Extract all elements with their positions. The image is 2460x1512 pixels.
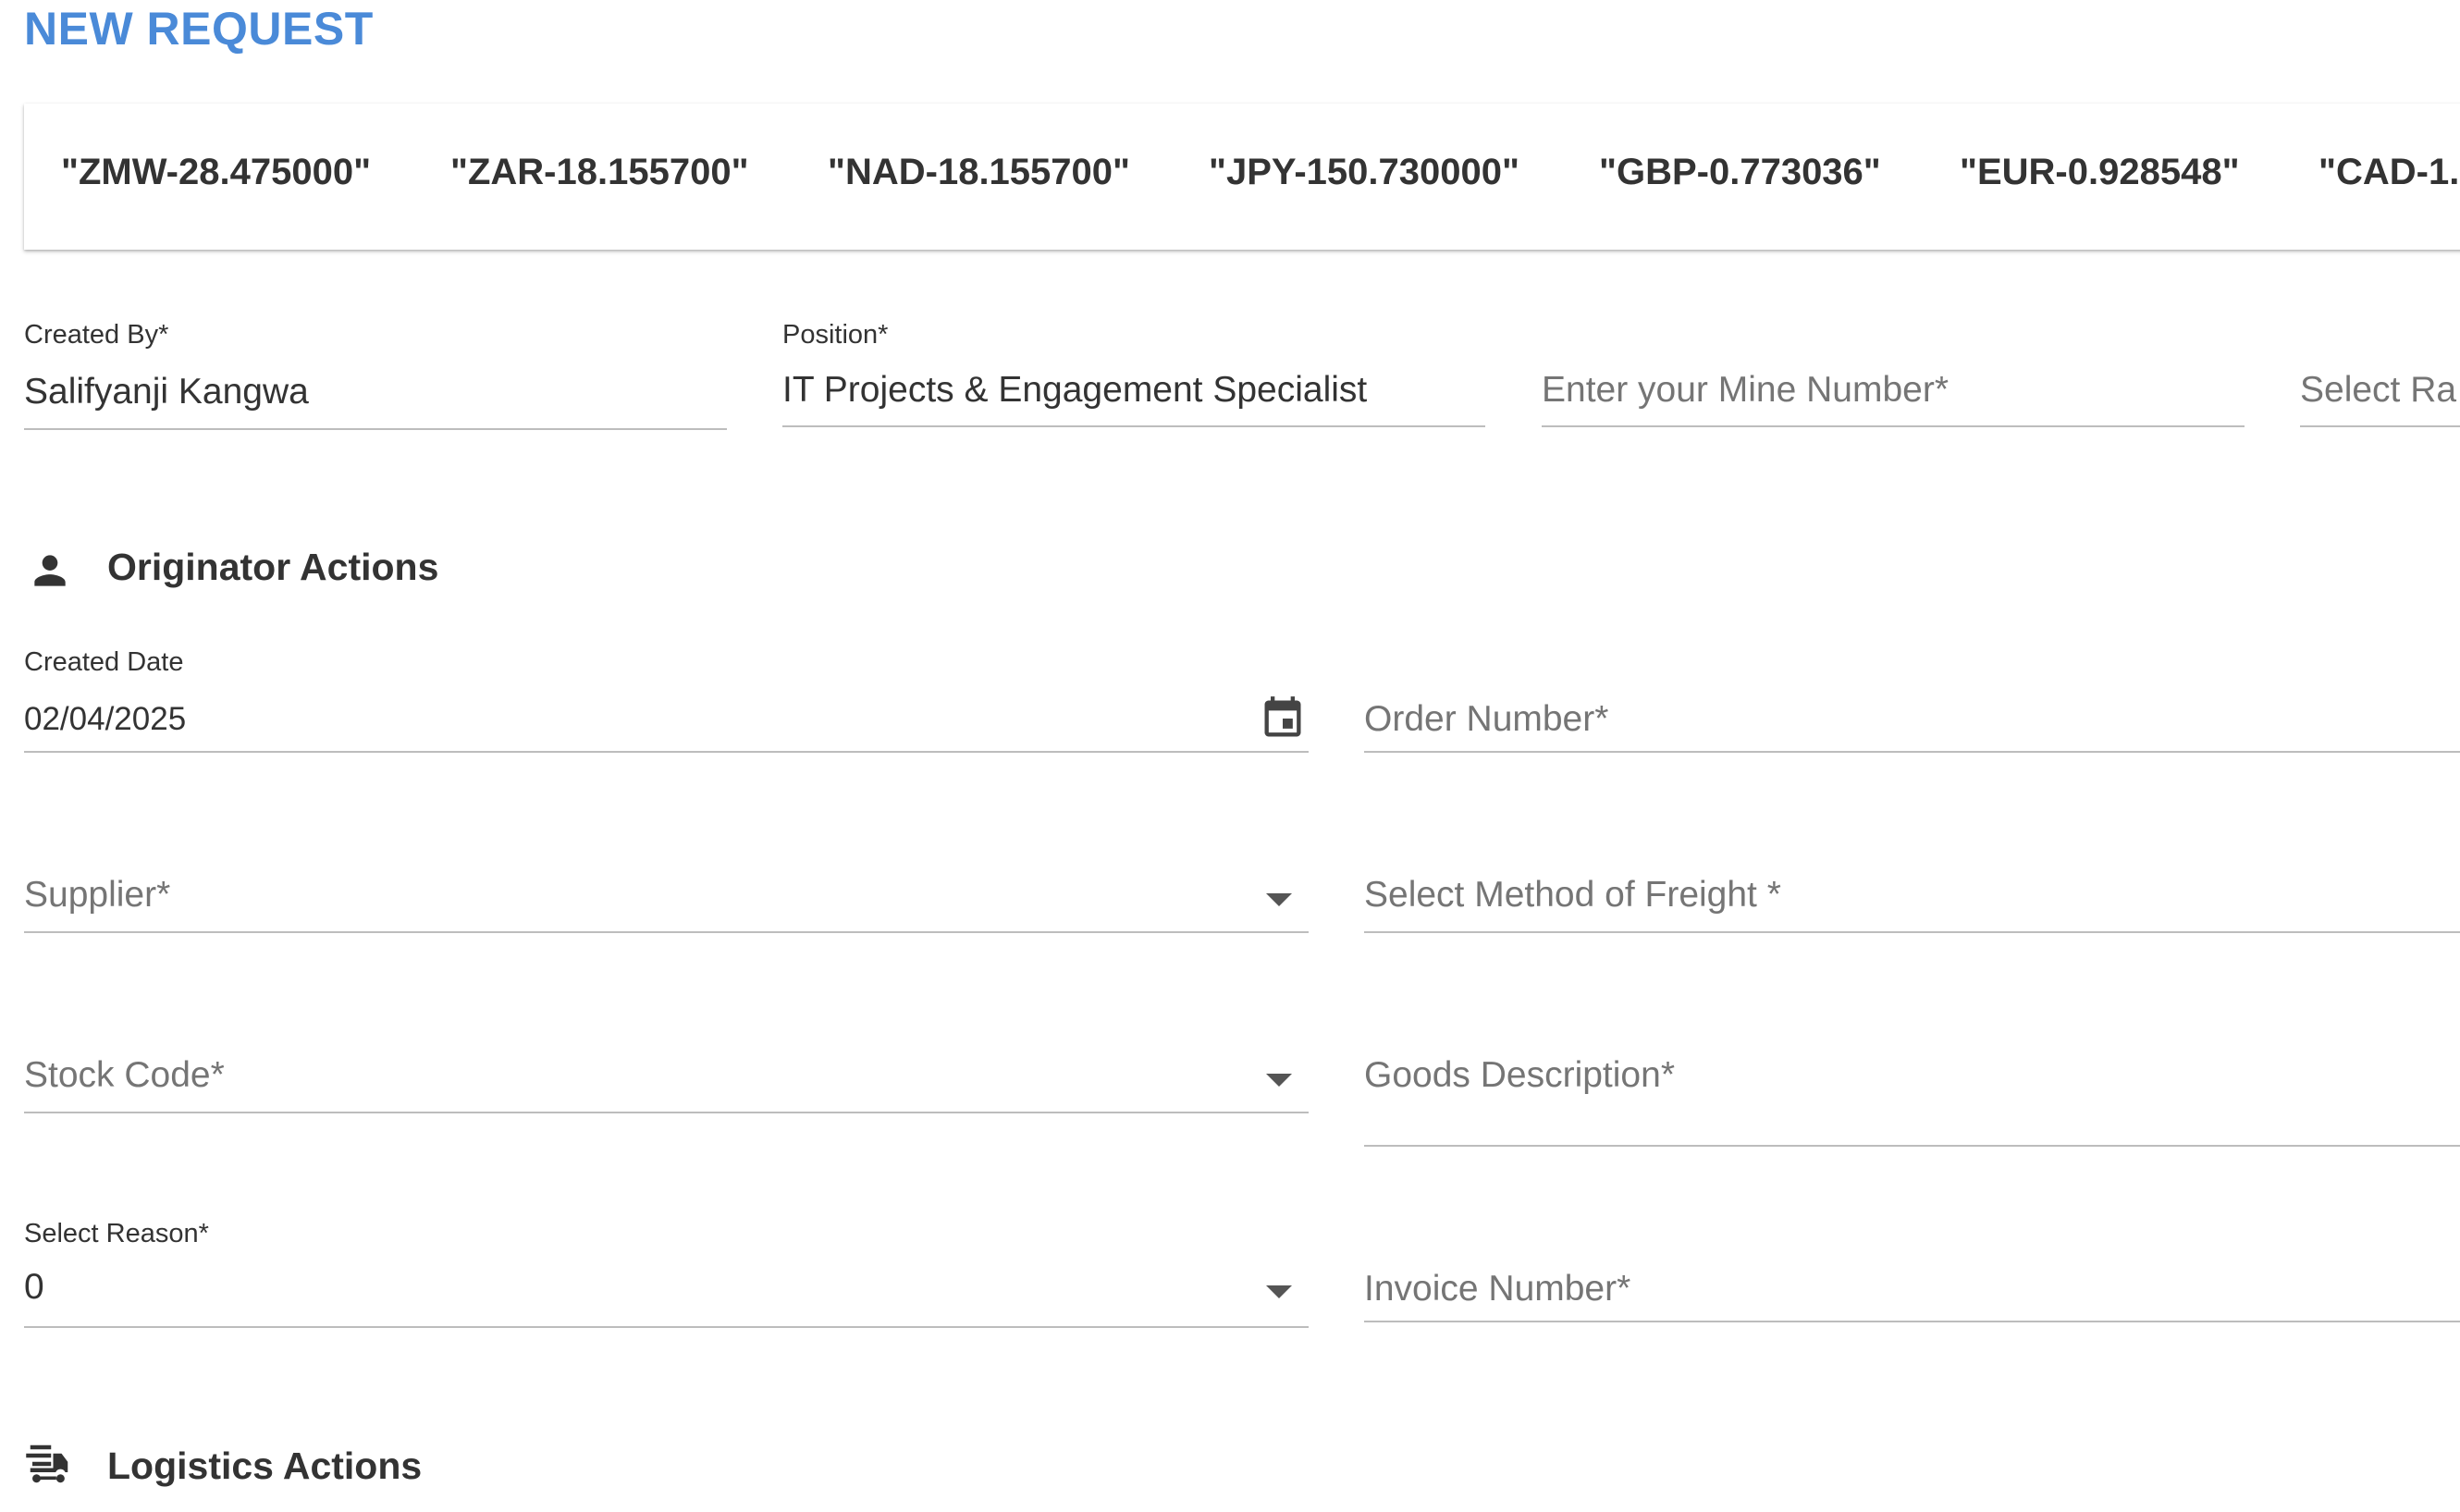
created-by-field[interactable]: Created By* Salifyanji Kangwa	[24, 320, 727, 431]
new-request-page: NEW REQUEST "ZMW-28.475000" "ZAR-18.1557…	[0, 0, 2460, 1512]
rate-eur: "EUR-0.928548"	[1960, 152, 2240, 192]
created-by-underline	[24, 428, 727, 430]
supplier-placeholder: Supplier*	[24, 875, 171, 915]
invoice-number-placeholder: Invoice Number*	[1364, 1269, 1631, 1309]
created-by-value: Salifyanji Kangwa	[24, 372, 309, 412]
position-value: IT Projects & Engagement Specialist	[782, 370, 1368, 410]
select-rate-placeholder: Select Ra	[2300, 370, 2457, 410]
position-label: Position*	[782, 320, 889, 350]
mine-number-placeholder: Enter your Mine Number*	[1542, 370, 1950, 410]
created-date-label: Created Date	[24, 647, 184, 677]
mine-number-input[interactable]: Enter your Mine Number*	[1542, 370, 2245, 429]
chevron-down-icon	[1266, 1285, 1292, 1298]
delivery-truck-icon	[24, 1439, 74, 1494]
logistics-actions-header: Logistics Actions	[24, 1435, 579, 1491]
created-date-underline	[24, 751, 1309, 753]
calendar-icon[interactable]	[1259, 692, 1307, 750]
person-icon	[24, 547, 76, 598]
freight-method-placeholder: Select Method of Freight *	[1364, 875, 1781, 915]
order-number-input[interactable]: Order Number*	[1364, 699, 2460, 755]
exchange-rates-bar: "ZMW-28.475000" "ZAR-18.155700" "NAD-18.…	[24, 104, 2460, 250]
created-date-field[interactable]: Created Date 02/04/2025	[24, 647, 1309, 755]
select-reason-value: 0	[24, 1267, 44, 1307]
created-by-label: Created By*	[24, 320, 169, 350]
order-number-underline	[1364, 751, 2460, 753]
mine-number-underline	[1542, 425, 2245, 427]
rate-nad: "NAD-18.155700"	[828, 152, 1130, 192]
position-underline	[782, 425, 1485, 427]
freight-method-underline	[1364, 931, 2460, 933]
logistics-actions-title: Logistics Actions	[107, 1444, 423, 1487]
select-reason-underline	[24, 1326, 1309, 1328]
select-reason-label: Select Reason*	[24, 1219, 209, 1248]
supplier-underline	[24, 931, 1309, 933]
freight-method-select[interactable]: Select Method of Freight *	[1364, 875, 2460, 934]
originator-actions-header: Originator Actions	[24, 540, 579, 596]
rate-gbp: "GBP-0.773036"	[1599, 152, 1881, 192]
goods-description-underline	[1364, 1145, 2460, 1147]
rate-cad: "CAD-1.	[2319, 152, 2460, 192]
supplier-select[interactable]: Supplier*	[24, 875, 1309, 934]
invoice-number-underline	[1364, 1321, 2460, 1322]
stock-code-select[interactable]: Stock Code*	[24, 1055, 1309, 1114]
invoice-number-input[interactable]: Invoice Number*	[1364, 1269, 2460, 1328]
rate-zar: "ZAR-18.155700"	[450, 152, 749, 192]
chevron-down-icon	[1266, 1074, 1292, 1087]
order-number-placeholder: Order Number*	[1364, 699, 1609, 739]
rate-zmw: "ZMW-28.475000"	[61, 152, 372, 192]
stock-code-placeholder: Stock Code*	[24, 1055, 225, 1095]
goods-description-input[interactable]: Goods Description*	[1364, 1055, 2460, 1148]
goods-description-placeholder: Goods Description*	[1364, 1055, 1675, 1095]
rate-jpy: "JPY-150.730000"	[1209, 152, 1519, 192]
select-rate-field[interactable]: Select Ra	[2300, 370, 2460, 429]
select-rate-underline	[2300, 425, 2460, 427]
page-title: NEW REQUEST	[24, 3, 374, 55]
stock-code-underline	[24, 1112, 1309, 1113]
select-reason-select[interactable]: Select Reason* 0	[24, 1219, 1309, 1330]
originator-actions-title: Originator Actions	[107, 546, 439, 588]
created-date-value: 02/04/2025	[24, 701, 187, 737]
chevron-down-icon	[1266, 893, 1292, 906]
position-field[interactable]: Position* IT Projects & Engagement Speci…	[782, 320, 1485, 429]
